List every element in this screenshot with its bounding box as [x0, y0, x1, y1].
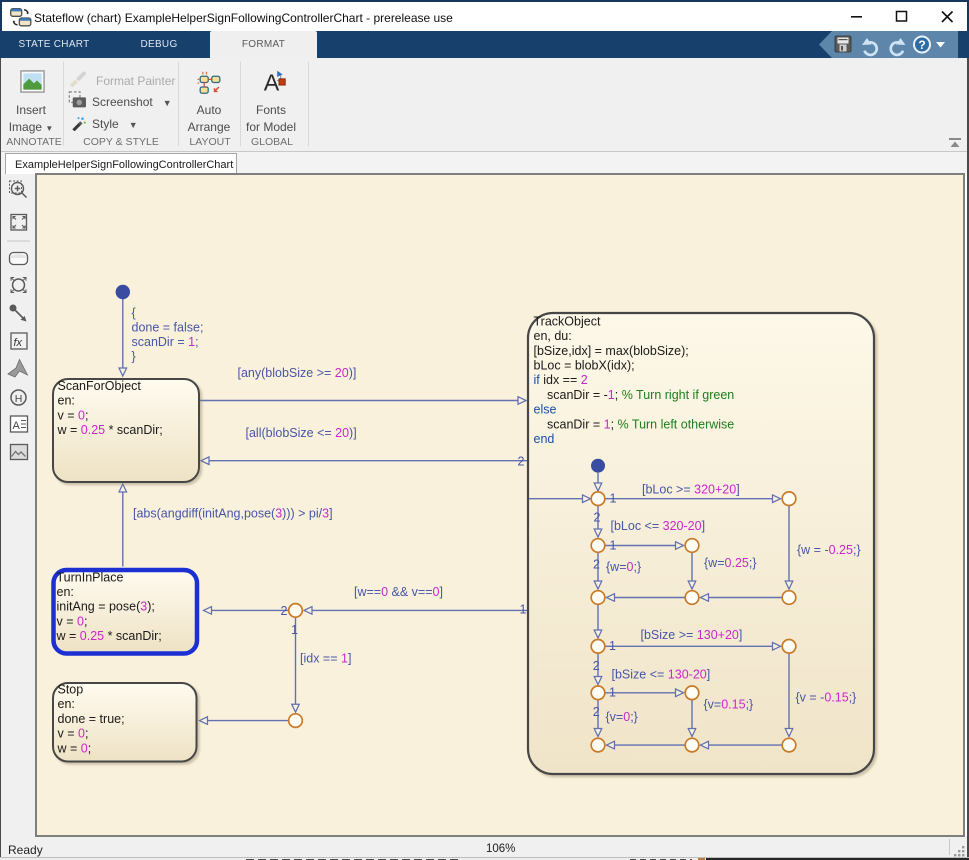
svg-text:else: else — [534, 403, 557, 417]
svg-text:w = 0;: w = 0; — [57, 741, 92, 755]
svg-text:{w=0;}: {w=0;} — [606, 560, 641, 574]
svg-text:2: 2 — [594, 511, 601, 525]
svg-text:A: A — [13, 420, 21, 432]
svg-text:1: 1 — [609, 686, 616, 700]
svg-text:1: 1 — [291, 623, 298, 637]
svg-text:if idx == 2: if idx == 2 — [534, 373, 588, 387]
svg-text:[w==0 && v==0]: [w==0 && v==0] — [354, 585, 443, 599]
svg-text:en:: en: — [57, 585, 74, 599]
svg-text:[bLoc <= 320-20]: [bLoc <= 320-20] — [611, 519, 706, 533]
svg-text:1: 1 — [609, 639, 616, 653]
svg-text:[bSize >= 130+20]: [bSize >= 130+20] — [641, 628, 743, 642]
svg-text:fx: fx — [14, 337, 23, 349]
svg-text:en, du:: en, du: — [534, 329, 572, 343]
svg-text:[any(blobSize >= 20)]: [any(blobSize >= 20)] — [238, 366, 357, 380]
svg-text:{w=0.25;}: {w=0.25;} — [704, 556, 757, 570]
svg-text:1: 1 — [520, 603, 527, 617]
svg-text:TurnInPlace: TurnInPlace — [57, 570, 124, 584]
svg-text:TrackObject: TrackObject — [534, 314, 601, 328]
svg-text:scanDir = -1; % Turn right if: scanDir = -1; % Turn right if green — [547, 388, 734, 402]
svg-text:w = 0.25 * scanDir;: w = 0.25 * scanDir; — [57, 423, 163, 437]
svg-text:bLoc = blobX(idx);: bLoc = blobX(idx); — [534, 359, 635, 373]
svg-text:en:: en: — [58, 394, 75, 408]
svg-text:initAng = pose(3);: initAng = pose(3); — [57, 600, 155, 614]
svg-text:w = 0.25 * scanDir;: w = 0.25 * scanDir; — [56, 629, 162, 643]
svg-text:en:: en: — [58, 697, 75, 711]
svg-text:done = false;: done = false; — [132, 321, 204, 335]
svg-text:ScanForObject: ScanForObject — [58, 379, 142, 393]
svg-text:H: H — [15, 393, 23, 405]
svg-text:2: 2 — [593, 659, 600, 673]
svg-text:{v=0.15;}: {v=0.15;} — [704, 698, 754, 712]
svg-text:}: } — [132, 350, 136, 364]
svg-text:done = true;: done = true; — [58, 712, 125, 726]
svg-text:2: 2 — [593, 557, 600, 571]
svg-text:1: 1 — [610, 538, 617, 552]
svg-text:[bSize <= 130-20]: [bSize <= 130-20] — [612, 667, 711, 681]
svg-text:{v=0;}: {v=0;} — [606, 710, 638, 724]
svg-text:[all(blobSize <= 20)]: [all(blobSize <= 20)] — [246, 426, 357, 440]
svg-text:Stop: Stop — [58, 683, 84, 697]
svg-text:[abs(angdiff(initAng,pose(3))): [abs(angdiff(initAng,pose(3))) > pi/3] — [133, 507, 333, 521]
svg-text:2: 2 — [281, 604, 288, 618]
svg-text:v = 0;: v = 0; — [57, 614, 88, 628]
svg-text:end: end — [534, 432, 555, 446]
svg-text:{w = -0.25;}: {w = -0.25;} — [797, 543, 861, 557]
svg-text:scanDir = 1; % Turn left other: scanDir = 1; % Turn left otherwise — [547, 417, 734, 431]
svg-text:2: 2 — [518, 455, 525, 469]
svg-text:v = 0;: v = 0; — [58, 408, 89, 422]
svg-text:[bLoc >= 320+20]: [bLoc >= 320+20] — [642, 483, 740, 497]
svg-text:[idx == 1]: [idx == 1] — [300, 652, 351, 666]
svg-text:2: 2 — [593, 705, 600, 719]
svg-text:1: 1 — [610, 492, 617, 506]
svg-text:[bSize,idx] = max(blobSize);: [bSize,idx] = max(blobSize); — [534, 344, 689, 358]
svg-text:scanDir = 1;: scanDir = 1; — [132, 335, 199, 349]
svg-text:{v = -0.15;}: {v = -0.15;} — [796, 691, 857, 705]
svg-text:{: { — [132, 306, 136, 320]
svg-text:v = 0;: v = 0; — [58, 727, 89, 741]
